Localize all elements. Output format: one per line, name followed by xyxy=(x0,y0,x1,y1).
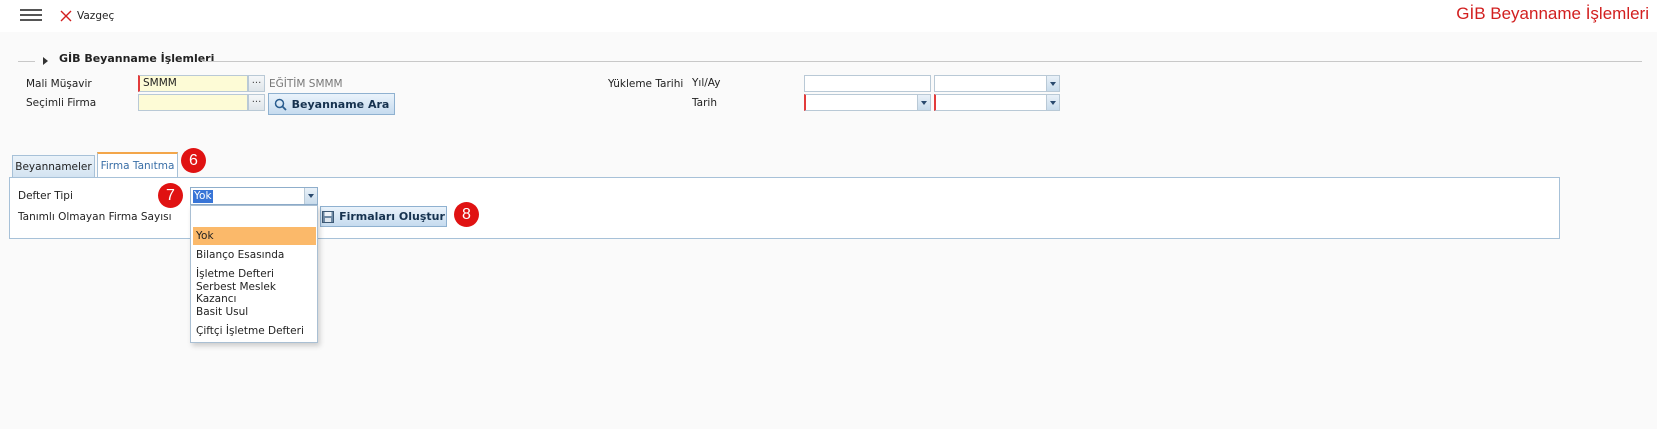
chevron-down-icon[interactable] xyxy=(917,95,930,110)
tarih-label: Tarih xyxy=(692,97,717,109)
legend-divider xyxy=(202,61,1642,62)
cancel-button[interactable]: Vazgeç xyxy=(60,7,114,25)
secimli-firma-input[interactable] xyxy=(138,94,248,111)
chevron-down-icon[interactable] xyxy=(304,188,317,204)
option-serbest-meslek-kazanci[interactable]: Serbest Meslek Kazancı xyxy=(193,281,316,305)
end-date-select[interactable] xyxy=(934,94,1060,111)
step-badge-7: 7 xyxy=(158,183,183,208)
yukleme-tarihi-label: Yükleme Tarihi xyxy=(608,78,684,90)
step-badge-6: 6 xyxy=(181,148,206,173)
tanimli-olmayan-firma-label: Tanımlı Olmayan Firma Sayısı xyxy=(18,211,172,223)
secimli-firma-lookup-button[interactable]: ··· xyxy=(248,94,265,111)
chevron-down-icon[interactable] xyxy=(1046,76,1059,91)
close-icon xyxy=(60,10,72,22)
option-yok[interactable]: Yok xyxy=(193,227,316,245)
secimli-firma-label: Seçimli Firma xyxy=(26,97,97,109)
chevron-down-icon[interactable] xyxy=(1046,95,1059,110)
page-title: GİB Beyanname İşlemleri xyxy=(1456,4,1649,23)
mali-musavir-label: Mali Müşavir xyxy=(26,78,92,90)
section-title: GİB Beyanname İşlemleri xyxy=(59,52,215,65)
step-badge-8: 8 xyxy=(454,202,479,227)
start-date-select[interactable] xyxy=(804,94,931,111)
defter-tipi-options: Yok Bilanço Esasında İşletme Defteri Ser… xyxy=(190,205,318,343)
legend-divider xyxy=(18,61,35,62)
defter-tipi-label: Defter Tipi xyxy=(18,190,73,202)
create-button-label: Firmaları Oluştur xyxy=(339,210,445,223)
cancel-label: Vazgeç xyxy=(77,10,115,22)
option-basit-usul[interactable]: Basit Usul xyxy=(193,303,316,321)
mali-musavir-lookup-button[interactable]: ··· xyxy=(248,75,265,92)
top-toolbar xyxy=(0,0,1657,32)
tab-firma-tanitma[interactable]: Firma Tanıtma xyxy=(97,152,178,177)
month-select[interactable] xyxy=(934,75,1060,92)
year-input[interactable] xyxy=(804,75,931,92)
tab-beyannameler[interactable]: Beyannameler xyxy=(12,155,95,177)
yil-ay-label: Yıl/Ay xyxy=(692,77,721,89)
create-firms-button[interactable]: Firmaları Oluştur xyxy=(320,206,447,227)
option-bilanco-esasinda[interactable]: Bilanço Esasında xyxy=(193,246,316,264)
mali-musavir-description: EĞİTİM SMMM xyxy=(269,78,343,90)
search-button-label: Beyanname Ara xyxy=(291,97,390,111)
menu-icon[interactable] xyxy=(20,6,42,24)
option-ciftci-isletme-defteri[interactable]: Çiftçi İşletme Defteri xyxy=(193,322,316,340)
caret-right-icon[interactable] xyxy=(43,57,48,65)
defter-tipi-select[interactable]: Yok xyxy=(190,187,318,205)
search-icon xyxy=(274,98,287,111)
mali-musavir-input[interactable]: SMMM xyxy=(138,75,248,92)
save-icon xyxy=(322,210,335,223)
search-declarations-button[interactable]: Beyanname Ara xyxy=(268,93,395,115)
defter-tipi-value: Yok xyxy=(193,190,213,203)
